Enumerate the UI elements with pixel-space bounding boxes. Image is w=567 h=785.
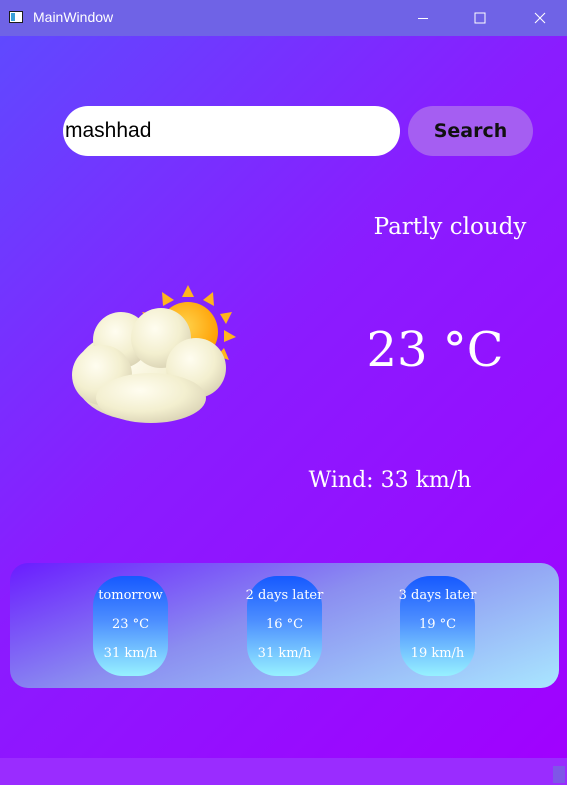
window-title: MainWindow [33,9,114,25]
minimize-button[interactable] [400,0,446,36]
size-grip[interactable] [553,766,565,783]
current-wind: Wind: 33 km/h [308,468,472,493]
forecast-wind: 31 km/h [257,646,312,661]
maximize-button[interactable] [457,0,503,36]
forecast-temperature: 16 °C [265,617,304,632]
forecast-wind: 19 km/h [410,646,465,661]
forecast-temperature: 19 °C [418,617,457,632]
forecast-temperature: 23 °C [111,617,150,632]
maximize-icon [474,12,486,24]
status-bar [0,758,567,785]
title-bar[interactable]: MainWindow [0,0,567,36]
forecast-panel: tomorrow 23 °C 31 km/h 2 days later 16 °… [10,563,559,688]
forecast-day: 2 days later [245,588,324,603]
search-button[interactable]: Search [408,106,533,156]
current-temperature: 23 °C [366,322,504,378]
city-search-input[interactable] [63,106,400,156]
forecast-wind: 31 km/h [103,646,158,661]
forecast-card-tomorrow: tomorrow 23 °C 31 km/h [93,576,168,676]
app-window-icon [9,11,23,23]
minimize-icon [418,18,428,19]
close-button[interactable] [517,0,563,36]
weather-condition: Partly cloudy [373,214,527,240]
partly-cloudy-icon [72,285,236,423]
close-icon [534,12,546,24]
main-window: MainWindow Search Partly cloudy [0,0,567,785]
forecast-day: tomorrow [98,588,163,603]
forecast-card-2-days: 2 days later 16 °C 31 km/h [246,576,323,676]
forecast-day: 3 days later [398,588,477,603]
forecast-card-3-days: 3 days later 19 °C 19 km/h [399,576,476,676]
